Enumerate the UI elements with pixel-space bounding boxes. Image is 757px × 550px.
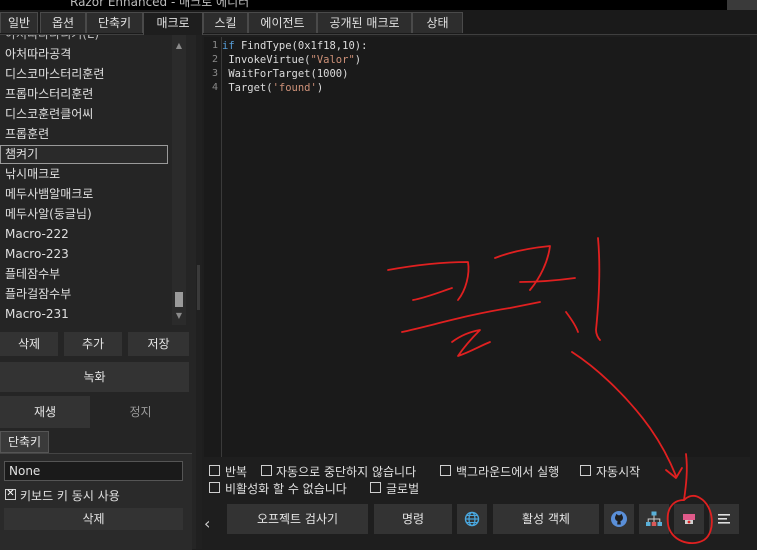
menu-icon	[718, 514, 730, 524]
delete-hotkey-button[interactable]: 삭제	[4, 508, 183, 530]
scroll-down-arrow-icon[interactable]: ▼	[172, 309, 186, 323]
tab-macros[interactable]: 매크로	[143, 12, 203, 35]
menu-button[interactable]	[709, 504, 739, 534]
list-item[interactable]: Macro-222	[0, 225, 168, 244]
code-line[interactable]: Target('found')	[222, 81, 367, 95]
list-item[interactable]: 플테잠수부	[0, 265, 168, 284]
github-icon	[611, 511, 627, 527]
list-item[interactable]: Macro-223	[0, 245, 168, 264]
hotkey-section-tab[interactable]: 단축키	[0, 431, 49, 453]
repeat-checkbox[interactable]	[209, 465, 220, 476]
code-area[interactable]: if FindType(0x1f18,10): InvokeVirtue("Va…	[222, 39, 367, 95]
list-item[interactable]: 메두사알(둥글님)	[0, 205, 168, 224]
code-line[interactable]: WaitForTarget(1000)	[222, 67, 367, 81]
global-label: 글로벌	[386, 482, 420, 496]
code-token: Target(	[222, 82, 273, 94]
simultaneous-key-label: 키보드 키 동시 사용	[20, 489, 120, 503]
list-item[interactable]: 메두사뱀알매크로	[0, 185, 168, 204]
code-token: )	[354, 54, 362, 66]
line-number: 1	[211, 40, 218, 51]
code-token: )	[316, 82, 324, 94]
tab-skills[interactable]: 스킬	[203, 12, 248, 33]
tab-options[interactable]: 옵션	[40, 12, 86, 33]
scroll-up-arrow-icon[interactable]: ▲	[172, 39, 186, 53]
tab-status[interactable]: 상태	[412, 12, 463, 33]
hierarchy-icon	[646, 511, 662, 526]
code-token: WaitForTarget(1000)	[222, 68, 349, 80]
list-item[interactable]: 낚시매크로	[0, 165, 168, 184]
code-token: FindType(0x1f18,10):	[234, 40, 368, 52]
line-number-gutter: 1 2 3 4	[204, 39, 220, 459]
record-icon	[683, 514, 695, 524]
save-macro-button[interactable]: 저장	[128, 332, 189, 356]
line-number: 2	[211, 54, 218, 65]
auto-start-label: 자동시작	[596, 465, 641, 479]
auto-start-checkbox[interactable]	[580, 465, 591, 476]
gutter-separator	[221, 37, 222, 457]
globe-button[interactable]	[457, 504, 487, 534]
play-button[interactable]: 재생	[0, 396, 90, 428]
code-token: "Valor"	[310, 54, 355, 66]
list-item[interactable]: 플라걸잠수부	[0, 285, 168, 304]
line-number: 3	[211, 68, 218, 79]
splitter-grip[interactable]	[197, 265, 200, 310]
list-item[interactable]: 디스코마스터리훈련	[0, 65, 168, 84]
main-tab-bar: 일반 옵션 단축키 매크로 스킬 에이전트 공개된 매크로 상태	[0, 10, 757, 35]
global-checkbox[interactable]	[370, 482, 381, 493]
object-inspector-button[interactable]: 오프젝트 검사기	[227, 504, 368, 534]
code-line[interactable]: if FindType(0x1f18,10):	[222, 39, 367, 53]
list-item[interactable]: 프롭훈련	[0, 125, 168, 144]
tab-agents[interactable]: 에이전트	[248, 12, 317, 33]
code-token: if	[222, 40, 235, 52]
chevron-left-icon[interactable]: ‹	[204, 514, 210, 533]
hotkey-input[interactable]: None	[4, 461, 183, 481]
record-tool-button[interactable]	[674, 504, 704, 534]
code-token: InvokeVirtue(	[222, 54, 311, 66]
simultaneous-key-checkbox[interactable]	[5, 487, 16, 501]
command-button[interactable]: 명령	[374, 504, 452, 534]
no-auto-stop-label: 자동으로 중단하지 않습니다	[276, 465, 417, 479]
window-title: Razor Enhanced - 매크로 에디터	[70, 0, 250, 9]
background-run-label: 백그라운드에서 실행	[456, 465, 560, 479]
globe-icon	[464, 511, 480, 527]
list-item-partial[interactable]: 아처따라다니기(E)	[0, 35, 168, 44]
title-bar: Razor Enhanced - 매크로 에디터	[0, 0, 757, 10]
code-line[interactable]: InvokeVirtue("Valor")	[222, 53, 367, 67]
tab-hotkeys[interactable]: 단축키	[86, 12, 143, 33]
list-item[interactable]: 디스코훈련클어씨	[0, 105, 168, 124]
cannot-disable-label: 비활성화 할 수 없습니다	[225, 482, 347, 496]
stop-button[interactable]: 정지	[92, 396, 189, 428]
github-button[interactable]	[604, 504, 634, 534]
list-item-selected[interactable]: 챔켜기	[0, 145, 168, 164]
macro-list-scrollbar[interactable]: ▲ ▼	[172, 35, 186, 325]
no-auto-stop-checkbox[interactable]	[261, 465, 272, 476]
scroll-thumb[interactable]	[175, 292, 183, 307]
hierarchy-button[interactable]	[639, 504, 669, 534]
active-object-button[interactable]: 활성 객체	[493, 504, 599, 534]
list-item[interactable]: Macro-231	[0, 305, 168, 324]
repeat-label: 반복	[225, 465, 248, 479]
cannot-disable-checkbox[interactable]	[209, 482, 220, 493]
code-token: 'found'	[272, 82, 317, 94]
record-button[interactable]: 녹화	[0, 362, 189, 392]
line-number: 4	[211, 82, 218, 93]
window-controls[interactable]	[727, 0, 757, 10]
add-macro-button[interactable]: 추가	[64, 332, 122, 356]
list-item[interactable]: 프롭마스터리훈련	[0, 85, 168, 104]
script-editor[interactable]: 1 2 3 4 if FindType(0x1f18,10): InvokeVi…	[204, 37, 750, 457]
delete-macro-button[interactable]: 삭제	[0, 332, 58, 356]
background-run-checkbox[interactable]	[440, 465, 451, 476]
tab-general[interactable]: 일반	[0, 12, 38, 33]
macro-list[interactable]: 아처따라다니기(E) 아처따라공격 디스코마스터리훈련 프롭마스터리훈련 디스코…	[0, 35, 172, 325]
list-item[interactable]: 아처따라공격	[0, 45, 168, 64]
tab-public-macros[interactable]: 공개된 매크로	[317, 12, 412, 33]
panel-splitter[interactable]	[196, 35, 202, 549]
